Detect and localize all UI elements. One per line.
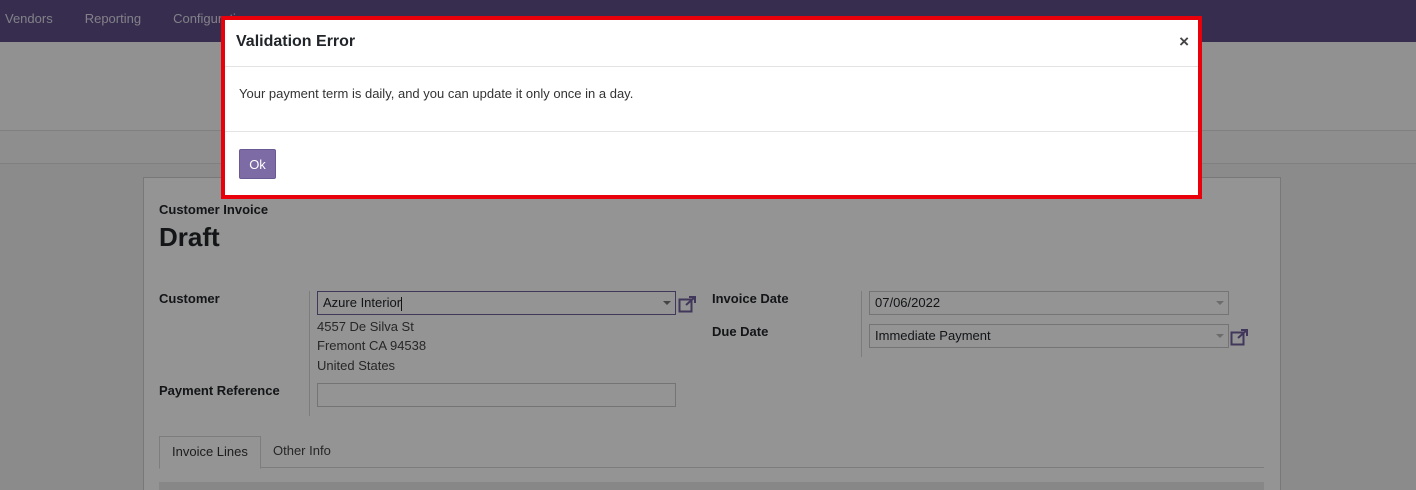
dialog-message: Your payment term is daily, and you can … (239, 86, 634, 101)
close-icon[interactable]: × (1179, 32, 1189, 52)
dialog-header: Validation Error × (225, 20, 1198, 67)
dialog-title: Validation Error (236, 33, 356, 50)
validation-error-dialog: Validation Error × Your payment term is … (221, 16, 1202, 199)
dialog-footer: Ok (225, 131, 1198, 195)
ok-button[interactable]: Ok (239, 149, 276, 179)
